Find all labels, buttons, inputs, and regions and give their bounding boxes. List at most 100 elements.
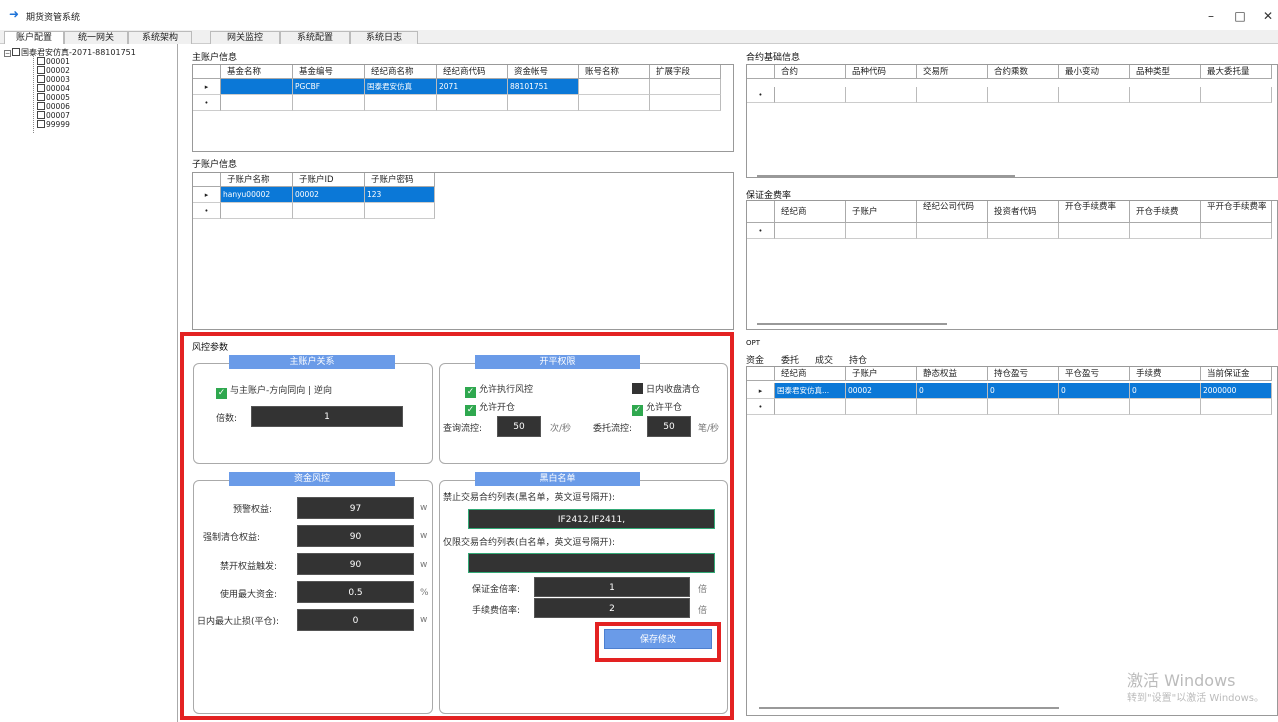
column-header[interactable]: 经纪商代码 [437,65,508,79]
table-cell[interactable]: 0 [1059,383,1130,399]
tab-orders[interactable]: 委托 [781,353,799,366]
table-cell[interactable] [221,95,293,111]
tab-unified-gateway[interactable]: 统一网关 [64,31,128,44]
table-cell[interactable] [1201,399,1272,415]
column-header[interactable]: 投资者代码 [988,201,1059,223]
table-cell[interactable] [846,87,917,103]
column-header[interactable]: 手续费 [1130,367,1201,381]
tree-item[interactable]: 00003 [37,75,70,84]
tab-system-arch[interactable]: 系统架构 [128,31,192,44]
column-header[interactable]: 交易所 [917,65,988,79]
tree-item[interactable]: 99999 [37,120,70,129]
tab-positions[interactable]: 持仓 [849,353,867,366]
check-icon[interactable]: ✓ [216,388,227,399]
table-cell[interactable] [579,95,650,111]
no-open-input[interactable]: 90 [297,553,414,575]
checkbox-icon[interactable] [37,66,45,74]
table-cell[interactable] [1059,87,1130,103]
minimize-button[interactable]: – [1203,8,1219,24]
table-cell[interactable] [1201,223,1272,239]
table-cell[interactable]: 88101751 [508,79,579,95]
save-button[interactable]: 保存修改 [604,629,712,649]
table-cell[interactable] [846,399,917,415]
tab-account-config[interactable]: 账户配置 [4,31,64,45]
tree-item[interactable]: 00002 [37,66,70,75]
column-header[interactable]: 扩展字段 [650,65,721,79]
table-cell[interactable] [775,399,846,415]
table-cell[interactable] [650,95,721,111]
table-cell[interactable]: 00002 [846,383,917,399]
tree-item[interactable]: 00006 [37,102,70,111]
column-header[interactable]: 经纪商 [775,367,846,381]
column-header[interactable]: 品种代码 [846,65,917,79]
table-cell[interactable]: 123 [365,187,435,203]
table-cell[interactable] [917,87,988,103]
table-cell[interactable] [293,95,365,111]
whitelist-input[interactable] [468,553,715,573]
column-header[interactable]: 开仓手续费 [1130,201,1201,223]
table-cell[interactable]: 0 [1130,383,1201,399]
tab-fund[interactable]: 资金 [746,353,764,366]
checkbox-icon[interactable] [37,111,45,119]
table-cell[interactable] [1130,399,1201,415]
tab-system-log[interactable]: 系统日志 [350,31,418,44]
tab-trades[interactable]: 成交 [815,353,833,366]
table-cell[interactable] [988,87,1059,103]
table-cell[interactable] [1201,87,1272,103]
column-header[interactable]: 最小变动 [1059,65,1130,79]
checkbox-icon[interactable] [37,84,45,92]
column-header[interactable]: 子账户密码 [365,173,435,187]
checkbox-icon[interactable] [37,102,45,110]
column-header[interactable]: 经纪商名称 [365,65,437,79]
checkbox-icon[interactable] [12,48,20,56]
check-icon[interactable]: ✓ [465,405,476,416]
horizontal-scrollbar[interactable] [757,323,947,325]
column-header[interactable]: 持仓盈亏 [988,367,1059,381]
column-header[interactable]: 子账户 [846,367,917,381]
table-cell[interactable]: 0 [917,383,988,399]
table-cell[interactable] [221,203,293,219]
checkbox-icon[interactable] [37,75,45,83]
table-cell[interactable] [775,87,846,103]
table-cell[interactable]: 0 [988,383,1059,399]
column-header[interactable]: 静态权益 [917,367,988,381]
column-header[interactable]: 经纪公司代码 [917,201,988,223]
table-cell[interactable]: PGCBF [293,79,365,95]
checkbox-icon[interactable] [37,120,45,128]
table-cell[interactable] [917,223,988,239]
blacklist-input[interactable]: IF2412,IF2411, [468,509,715,529]
column-header[interactable]: 账号名称 [579,65,650,79]
column-header[interactable]: 子账户ID [293,173,365,187]
warn-equity-input[interactable]: 97 [297,497,414,519]
table-cell[interactable] [988,399,1059,415]
table-cell[interactable] [579,79,650,95]
table-cell[interactable] [775,223,846,239]
tree-item[interactable]: 00007 [37,111,70,120]
check-icon[interactable]: ✓ [465,387,476,398]
table-cell[interactable] [1130,223,1201,239]
table-cell[interactable] [437,95,508,111]
allow-close-checkbox[interactable]: ✓ 允许平仓 [632,400,682,416]
table-cell[interactable]: 国泰君安仿真 [365,79,437,95]
column-header[interactable]: 基金名称 [221,65,293,79]
table-cell[interactable] [508,95,579,111]
horizontal-scrollbar[interactable] [759,707,1059,709]
tree-item[interactable]: 00005 [37,93,70,102]
tree-item[interactable]: 00001 [37,57,70,66]
close-button[interactable]: ✕ [1260,8,1276,24]
column-header[interactable]: 平开仓手续费率 [1201,201,1272,223]
max-fund-input[interactable]: 0.5 [297,581,414,603]
column-header[interactable]: 开仓手续费率 [1059,201,1130,223]
table-cell[interactable] [846,223,917,239]
horizontal-scrollbar[interactable] [757,175,1015,177]
fee-ratio-input[interactable]: 2 [534,598,690,618]
tab-system-config[interactable]: 系统配置 [280,31,350,44]
column-header[interactable]: 子账户 [846,201,917,223]
table-cell[interactable] [1059,223,1130,239]
table-cell[interactable]: hanyu00002 [221,187,293,203]
table-cell[interactable]: 2000000 [1201,383,1272,399]
intraday-close-checkbox[interactable]: 日内收盘清仓 [632,382,700,395]
table-cell[interactable] [365,203,435,219]
tab-gateway-monitor[interactable]: 网关监控 [210,31,280,44]
column-header[interactable]: 合约 [775,65,846,79]
